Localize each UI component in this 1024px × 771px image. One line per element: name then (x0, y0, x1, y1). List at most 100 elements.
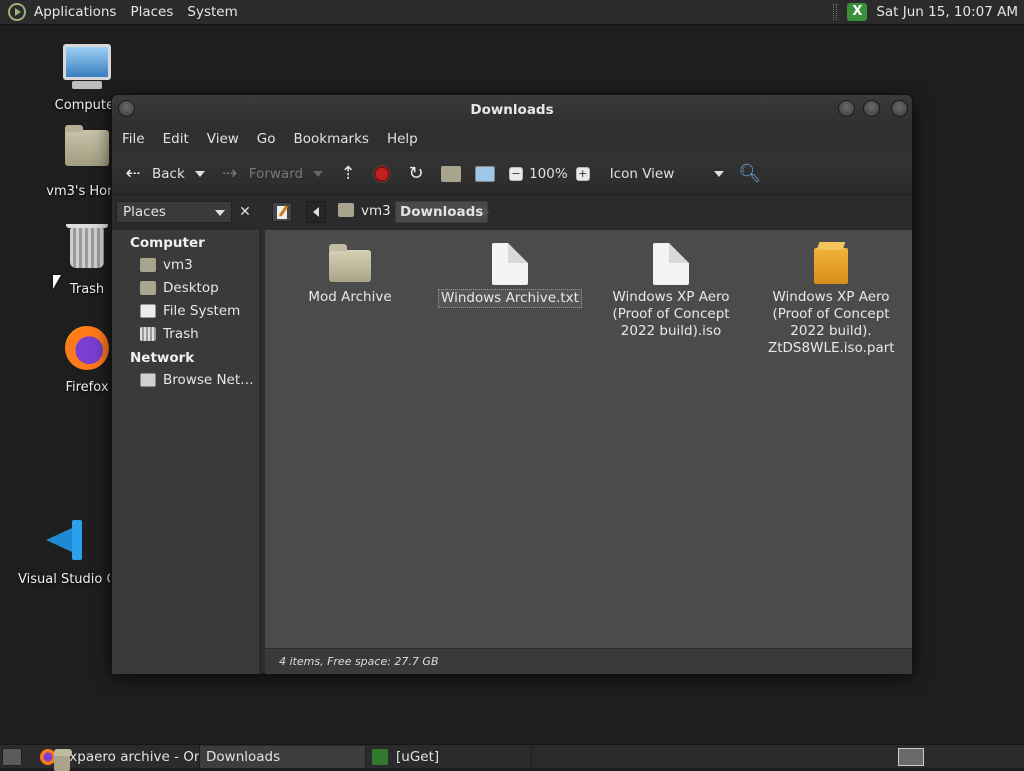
firefox-icon (62, 326, 112, 376)
places-menu[interactable]: Places (130, 4, 173, 20)
top-panel: Applications Places System X Sat Jun 15,… (0, 0, 1024, 25)
show-desktop-icon[interactable] (2, 747, 22, 766)
status-bar: 4 items, Free space: 27.7 GB (265, 648, 912, 674)
view-mode-label: Icon View (609, 165, 675, 182)
back-arrow-icon: ⇠ (125, 162, 141, 184)
zoom-in-icon: + (575, 166, 590, 181)
maximize-button[interactable] (863, 100, 880, 117)
file-item-windows-archive-txt[interactable]: Windows Archive.txt (435, 240, 585, 308)
toolbar: ⇠ Back ⇢ Forward ⇡ ↻ − 100% + Icon View … (112, 153, 912, 195)
trash-icon (140, 326, 156, 341)
clock[interactable]: Sat Jun 15, 10:07 AM (876, 4, 1018, 20)
file-item-windows-xp-aero-part[interactable]: Windows XP Aero (Proof of Concept 2022 b… (756, 240, 906, 357)
distro-logo-icon[interactable] (8, 3, 26, 21)
home-icon (441, 165, 462, 182)
sidebar-item-trash[interactable]: Trash (112, 322, 259, 345)
x-tray-icon[interactable]: X (847, 3, 868, 21)
close-button[interactable] (891, 100, 908, 117)
search-button[interactable]: 🔍︎ (738, 162, 762, 185)
applications-menu[interactable]: Applications (34, 4, 116, 20)
folder-icon (329, 244, 371, 282)
file-manager-window: Downloads File Edit View Go Bookmarks He… (111, 94, 913, 674)
up-button[interactable]: ⇡ (337, 163, 359, 185)
chevron-down-icon (714, 170, 725, 177)
menu-file[interactable]: File (122, 131, 145, 147)
sidebar-item-file-system[interactable]: File System (112, 299, 259, 322)
location-bar-row: Places ✕ vm3 Downloads (112, 195, 912, 230)
home-folder-icon (338, 203, 354, 217)
edit-location-icon[interactable] (272, 202, 292, 222)
zoom-level: 100% (529, 165, 568, 182)
file-name: Windows XP Aero (Proof of Concept 2022 b… (768, 289, 895, 356)
breadcrumb-scroll-right-icon[interactable] (484, 207, 489, 217)
breadcrumb-downloads[interactable]: Downloads (395, 201, 489, 223)
sidebar-item-vm3[interactable]: vm3 (112, 253, 259, 276)
back-label: Back (152, 165, 185, 182)
back-button[interactable]: ⇠ Back (122, 163, 205, 185)
up-arrow-icon: ⇡ (340, 162, 356, 184)
home-folder-icon (140, 257, 156, 272)
sidebar-mode-select[interactable]: Places (116, 201, 232, 223)
text-file-icon (492, 243, 528, 285)
forward-arrow-icon: ⇢ (222, 162, 238, 184)
file-system-icon (140, 303, 156, 318)
forward-button[interactable]: ⇢ Forward (219, 162, 324, 185)
iso-file-icon (653, 243, 689, 285)
minimize-button[interactable] (838, 100, 855, 117)
menu-bookmarks[interactable]: Bookmarks (294, 131, 369, 147)
zoom-out-button[interactable]: − 100% (509, 166, 568, 182)
file-item-windows-xp-aero-iso[interactable]: Windows XP Aero (Proof of Concept 2022 b… (596, 240, 746, 340)
reload-button[interactable]: ↻ (405, 163, 427, 185)
workspace-switcher[interactable] (898, 747, 924, 766)
search-icon: 🔍︎ (738, 162, 762, 184)
menu-edit[interactable]: Edit (163, 131, 189, 147)
zoom-out-icon: − (509, 166, 524, 181)
breadcrumb-scroll-left-icon[interactable] (306, 201, 326, 223)
back-history-dropdown-icon[interactable] (194, 170, 205, 177)
view-mode-select[interactable]: Icon View (610, 166, 725, 182)
file-name: Mod Archive (308, 289, 392, 305)
stop-button[interactable] (373, 164, 392, 183)
computer-icon (62, 44, 112, 94)
sidebar-heading-computer: Computer (130, 235, 205, 251)
menu-go[interactable]: Go (257, 131, 276, 147)
desktop-icon-vscode[interactable]: Visual Studio Code (18, 516, 110, 587)
forward-history-dropdown-icon[interactable] (313, 170, 324, 177)
vscode-icon (39, 518, 89, 568)
menu-view[interactable]: View (207, 131, 239, 147)
window-title: Downloads (470, 102, 554, 118)
desktop-icon-label: Visual Studio Code (18, 572, 110, 587)
sidebar-item-browse-network[interactable]: Browse Net… (112, 368, 259, 391)
package-icon (814, 248, 848, 284)
sidebar-item-desktop[interactable]: Desktop (112, 276, 259, 299)
file-view[interactable]: Mod Archive Windows Archive.txt Windows … (265, 230, 912, 648)
file-item-mod-archive[interactable]: Mod Archive (275, 240, 425, 306)
trash-icon (62, 224, 112, 278)
panel-separator (833, 4, 838, 20)
desktop-folder-icon (140, 280, 156, 295)
window-titlebar[interactable]: Downloads (112, 95, 912, 124)
system-menu[interactable]: System (187, 4, 237, 20)
home-button[interactable] (441, 165, 462, 182)
file-name: Windows XP Aero (Proof of Concept 2022 b… (612, 289, 730, 339)
menu-help[interactable]: Help (387, 131, 418, 147)
network-icon (140, 372, 156, 387)
computer-icon (475, 165, 496, 182)
mouse-cursor-icon (53, 275, 61, 289)
sidebar-mode-label: Places (123, 204, 166, 220)
menubar: File Edit View Go Bookmarks Help (112, 124, 912, 153)
bottom-taskbar: [xpaero archive - On… Downloads [uGet] (0, 744, 1024, 771)
close-sidebar-icon[interactable]: ✕ (234, 201, 256, 223)
sidebar-heading-network: Network (130, 350, 195, 366)
uget-icon (372, 748, 388, 765)
stop-icon (373, 164, 392, 183)
task-downloads[interactable]: Downloads (54, 745, 366, 771)
reload-icon: ↻ (408, 162, 424, 184)
zoom-in-button[interactable]: + (575, 166, 596, 181)
task-uget[interactable]: [uGet] (366, 745, 532, 768)
file-name: Windows Archive.txt (438, 289, 582, 308)
home-folder-icon (62, 125, 112, 180)
sidebar: Computer vm3 Desktop File System Trash N… (112, 230, 262, 674)
breadcrumb-vm3[interactable]: vm3 (334, 201, 395, 223)
computer-button[interactable] (475, 165, 496, 182)
